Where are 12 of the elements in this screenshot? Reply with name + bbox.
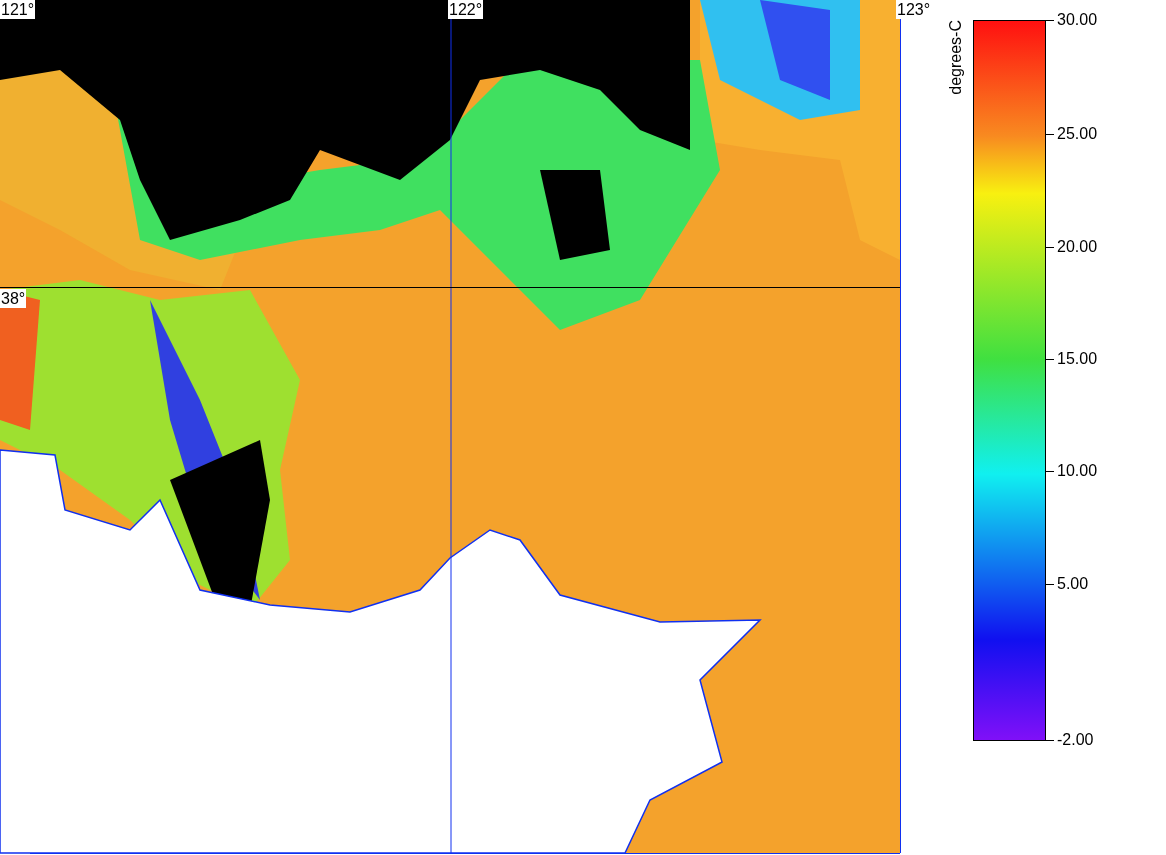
color-scale-tick-label: 15.00 (1057, 350, 1098, 368)
longitude-label: 121° (0, 0, 36, 19)
color-scale-tick-label: -2.00 (1057, 731, 1094, 749)
longitude-label: 122° (448, 0, 484, 19)
longitude-label: 123° (896, 0, 932, 19)
color-scale-tick-label: 20.00 (1057, 238, 1098, 256)
latitude-label: 38° (0, 289, 27, 308)
color-scale-tick-label: 30.00 (1057, 11, 1098, 29)
color-scale-tick-label: 5.00 (1057, 575, 1089, 593)
color-scale-tick-label: 10.00 (1057, 462, 1098, 480)
color-scale-title: degrees-C (946, 20, 965, 95)
color-scale-tick-label: 25.00 (1057, 125, 1098, 143)
